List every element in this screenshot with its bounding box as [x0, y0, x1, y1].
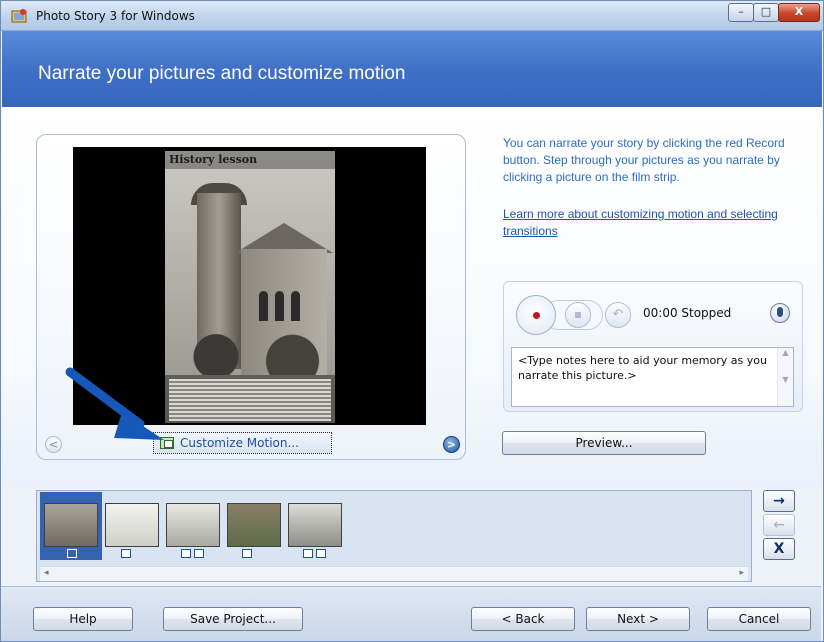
window-title: Photo Story 3 for Windows: [36, 9, 195, 23]
transition-icon[interactable]: [67, 549, 77, 558]
microphone-button[interactable]: [770, 303, 790, 323]
arrow-left-icon[interactable]: ←: [763, 514, 795, 536]
church-window: [275, 291, 284, 321]
church-window: [291, 291, 300, 321]
notes-scrollbar[interactable]: ▲ ▼: [777, 348, 793, 406]
edit-icon[interactable]: [303, 549, 313, 558]
scroll-left-icon[interactable]: ◂: [44, 568, 49, 578]
stop-button[interactable]: [565, 302, 591, 328]
thumbnail-history-lesson[interactable]: [44, 503, 98, 547]
next-button[interactable]: Next >: [586, 607, 690, 631]
arrow-right-icon[interactable]: →: [763, 490, 795, 512]
microphone-icon: [777, 307, 783, 317]
preview-photo: History lesson: [165, 151, 335, 423]
photo-picture: [165, 169, 335, 375]
thumbnail-paper-sketch[interactable]: [105, 503, 159, 547]
thumbnail-portrait-clipping[interactable]: [288, 503, 342, 547]
photo-article-text: [169, 379, 331, 421]
preview-button[interactable]: Preview...: [502, 431, 706, 455]
record-icon: [533, 312, 540, 319]
notes-placeholder: <Type notes here to aid your memory as y…: [518, 354, 767, 382]
help-text: You can narrate your story by clicking t…: [503, 136, 785, 184]
scroll-right-icon[interactable]: ▸: [739, 568, 744, 578]
customize-motion-label: Customize Motion...: [180, 436, 299, 450]
record-button[interactable]: [516, 295, 556, 335]
help-button[interactable]: Help: [33, 607, 133, 631]
edit-icon[interactable]: [121, 549, 131, 558]
remove-icon[interactable]: X: [763, 538, 795, 560]
back-button[interactable]: < Back: [471, 607, 575, 631]
narration-time-status: 00:00 Stopped: [643, 306, 732, 320]
learn-more-link[interactable]: Learn more about customizing motion and …: [503, 206, 821, 240]
page-header: Narrate your pictures and customize moti…: [2, 31, 822, 107]
notes-textarea[interactable]: <Type notes here to aid your memory as y…: [511, 347, 794, 407]
edit-icon[interactable]: [181, 549, 191, 558]
church-window: [259, 291, 268, 321]
thumbnail-building-drawing[interactable]: [166, 503, 220, 547]
save-project-button[interactable]: Save Project...: [163, 607, 303, 631]
cancel-button[interactable]: Cancel: [707, 607, 811, 631]
edit-icon[interactable]: [242, 549, 252, 558]
trees: [165, 329, 335, 375]
thumbnail-color-photo[interactable]: [227, 503, 281, 547]
undo-icon[interactable]: ↶: [605, 302, 631, 328]
next-picture-button[interactable]: >: [443, 436, 460, 453]
filmstrip-scrollbar[interactable]: ◂ ▸: [40, 566, 748, 581]
maximize-icon[interactable]: □: [753, 3, 779, 22]
previous-picture-button[interactable]: <: [45, 436, 62, 453]
minimize-icon[interactable]: –: [728, 3, 754, 22]
close-icon[interactable]: X: [778, 3, 820, 22]
transition-icon[interactable]: [316, 549, 326, 558]
title-bar: Photo Story 3 for Windows – □ X: [1, 1, 823, 31]
page-title: Narrate your pictures and customize moti…: [38, 63, 406, 84]
photostory-app-icon: [11, 9, 27, 23]
transition-icon[interactable]: [194, 549, 204, 558]
photo-caption: History lesson: [169, 153, 258, 166]
stop-icon: [575, 312, 581, 318]
pointer-arrow-icon: [65, 367, 164, 440]
customize-motion-button[interactable]: Customize Motion...: [153, 432, 332, 454]
